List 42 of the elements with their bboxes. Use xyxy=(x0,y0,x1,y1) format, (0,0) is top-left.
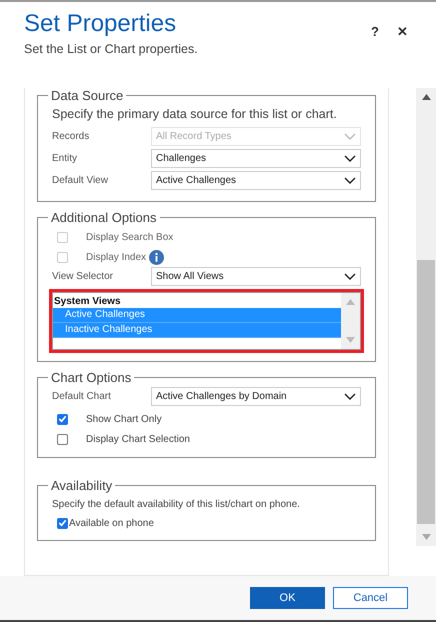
chevron-icon xyxy=(344,273,356,280)
scroll-thumb[interactable] xyxy=(417,260,435,524)
checkbox-label: Available on phone xyxy=(69,518,154,528)
field-label: Entity xyxy=(52,153,78,164)
description-text: Specify the default availability of this list/chart on phone. xyxy=(52,499,301,510)
checkbox-label: Display Chart Selection xyxy=(86,434,190,444)
dropdown[interactable]: Active Challenges by Domain xyxy=(151,387,361,406)
field-label: Default Chart xyxy=(52,391,112,402)
list-group-header: System Views xyxy=(53,296,122,308)
group-legend: Availability xyxy=(48,478,116,493)
chevron-icon xyxy=(344,393,356,400)
checkbox-label: Display Search Box xyxy=(86,232,174,242)
dropdown[interactable]: Challenges xyxy=(151,149,361,168)
group-legend: Data Source xyxy=(48,88,126,103)
help-button[interactable]: ? xyxy=(367,22,383,41)
field-label: View Selector xyxy=(52,271,114,282)
group-legend: Additional Options xyxy=(48,210,160,225)
checkbox-label: Show Chart Only xyxy=(86,414,162,424)
dropdown[interactable]: Active Challenges xyxy=(151,171,361,190)
views-listbox[interactable]: System Views Active Challenges Inactive Challenges xyxy=(52,292,361,350)
cancel-button[interactable]: Cancel xyxy=(333,587,408,609)
ok-button[interactable]: OK xyxy=(250,587,325,609)
chevron-icon xyxy=(344,177,356,184)
chevron-icon xyxy=(344,133,356,140)
checkbox[interactable] xyxy=(57,434,68,444)
scroll-down-icon[interactable] xyxy=(346,337,355,343)
group-legend: Chart Options xyxy=(48,370,134,385)
close-button[interactable]: ✕ xyxy=(393,22,412,41)
dialog-subtitle: Set the List or Chart properties. xyxy=(24,42,199,56)
checkbox[interactable] xyxy=(57,414,68,424)
description-text: Specify the primary data source for this list or chart. xyxy=(52,107,338,121)
scroll-down-icon[interactable] xyxy=(422,534,430,540)
scrollbar[interactable] xyxy=(416,88,436,546)
field-label: Default View xyxy=(52,175,109,186)
field-label: Records xyxy=(52,131,90,142)
dialog-title: Set Properties xyxy=(24,10,178,38)
checkbox-label: Display Index xyxy=(86,252,146,262)
dropdown[interactable]: Show All Views xyxy=(151,267,361,286)
checkbox[interactable] xyxy=(57,518,68,528)
scroll-up-icon[interactable] xyxy=(422,94,430,100)
info-icon xyxy=(149,250,164,264)
chevron-icon xyxy=(344,155,356,162)
